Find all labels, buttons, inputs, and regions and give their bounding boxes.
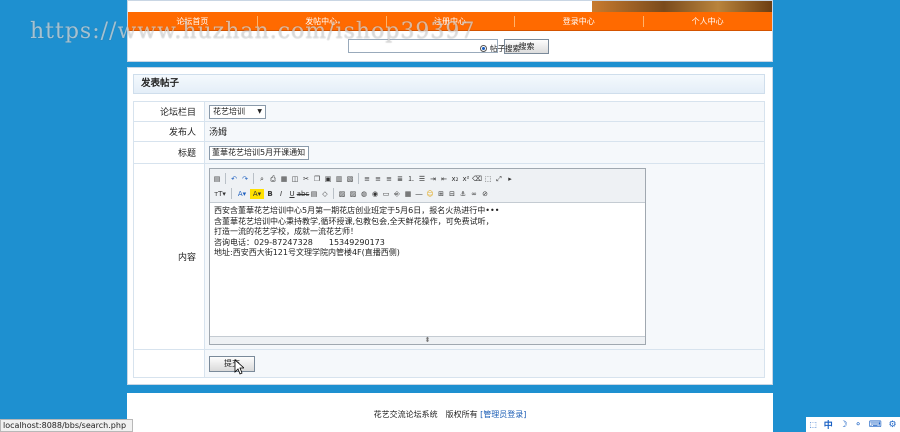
align-left-icon[interactable]: ≡ — [362, 174, 372, 184]
search-type-label: 帖子搜索 — [490, 44, 520, 53]
search-input[interactable] — [348, 39, 498, 53]
template-icon[interactable]: ▦ — [279, 174, 289, 184]
undo-icon[interactable]: ↶ — [229, 174, 239, 184]
unlink-icon[interactable]: ⊘ — [480, 189, 490, 199]
content-line: 打造一流的花艺学校，成就一流花艺师！ — [214, 227, 358, 236]
paste-text-icon[interactable]: ▥ — [334, 174, 344, 184]
hr-icon[interactable]: ― — [414, 189, 424, 199]
highlight-icon[interactable]: A▾ — [250, 188, 264, 199]
image-icon[interactable]: ▨ — [337, 189, 347, 199]
ime-toolbar: ⬚ 中 ☽ ⚬ ⌨ ⚙ — [806, 417, 900, 432]
attachment-icon[interactable]: ⎆ — [392, 189, 402, 199]
cut-icon[interactable]: ✂ — [301, 174, 311, 184]
keyboard-icon[interactable]: ⌨ — [869, 420, 882, 430]
table-icon[interactable]: ▦ — [403, 189, 413, 199]
search-type-option[interactable]: 帖子搜索 — [480, 43, 520, 54]
subscript-icon[interactable]: x₂ — [450, 174, 460, 184]
page-break-icon[interactable]: ⊟ — [447, 189, 457, 199]
chevron-down-icon: ▼ — [257, 108, 262, 115]
search-type-radio[interactable] — [480, 45, 487, 52]
bold-icon[interactable]: B — [265, 189, 275, 199]
unordered-list-icon[interactable]: ☰ — [417, 174, 427, 184]
italic-icon[interactable]: I — [276, 189, 286, 199]
main-nav: 论坛首页 发帖中心 注册中心 登录中心 个人中心 — [128, 12, 772, 31]
title-input[interactable]: 董華花艺培训5月开课通知 — [209, 145, 309, 160]
align-center-icon[interactable]: ≡ — [373, 174, 383, 184]
nav-personal-center[interactable]: 个人中心 — [643, 12, 772, 30]
category-selected-value: 花艺培训 — [213, 107, 245, 116]
title-label: 标题 — [133, 141, 205, 164]
editor-resize-handle[interactable]: ⬍ — [210, 336, 645, 344]
settings-icon[interactable]: ⚙ — [889, 420, 897, 430]
site-header: 论坛首页 发帖中心 注册中心 登录中心 个人中心 搜索 帖子搜索 — [127, 0, 773, 62]
fullscreen-icon[interactable]: ⤢ — [494, 174, 504, 184]
content-line: 咨询电话：029-87247328 15349290173 — [214, 237, 385, 247]
align-right-icon[interactable]: ≡ — [384, 174, 394, 184]
clear-format-icon[interactable]: ⌫ — [472, 174, 482, 184]
footer-text-row: 花艺交流论坛系统 版权所有 [管理员登录] — [127, 409, 773, 420]
emoticon-icon[interactable]: ☺ — [425, 189, 435, 199]
rich-text-editor[interactable]: ▤ ↶ ↷ ⌕ ⎙ ▦ ◫ ✂ ❐ ▣ ▥ ▧ ≡ ≡ ≡ ≣ ⒈ ☰ ⇥ ⇤ … — [209, 168, 646, 345]
punctuation-icon[interactable]: ⚬ — [854, 420, 862, 430]
section-title: 发表帖子 — [133, 74, 765, 94]
banner-image — [592, 1, 772, 12]
underline-icon[interactable]: U — [287, 189, 297, 199]
flash-icon[interactable]: ◍ — [359, 189, 369, 199]
link-icon[interactable]: ∞ — [469, 189, 479, 199]
align-justify-icon[interactable]: ≣ — [395, 174, 405, 184]
content-line: 西安含董華花艺培训中心5月第一期花店创业班定于5月6日，报名火热进行中••• — [214, 206, 500, 215]
ordered-list-icon[interactable]: ⒈ — [406, 174, 416, 184]
map-icon[interactable]: ⊞ — [436, 189, 446, 199]
post-form-panel: 发表帖子 论坛栏目 花艺培训 ▼ 发布人 汤姆 标题 董華花艺培训5月开课通知 … — [127, 67, 773, 385]
admin-login-link[interactable]: [管理员登录] — [480, 410, 526, 419]
content-line: 含董華花艺培训中心秉持教学,循环授课,包教包会,全天鲜花操作，可免费试听， — [214, 216, 494, 226]
paste-word-icon[interactable]: ▧ — [345, 174, 355, 184]
source-icon[interactable]: ▤ — [212, 174, 222, 184]
submit-button[interactable]: 提交 — [209, 355, 255, 372]
category-cell: 花艺培训 ▼ — [204, 101, 765, 122]
preview-icon[interactable]: ⌕ — [257, 174, 267, 184]
print-icon[interactable]: ⎙ — [268, 174, 278, 184]
content-label: 内容 — [133, 163, 205, 350]
author-label: 发布人 — [133, 121, 205, 142]
multi-image-icon[interactable]: ▨ — [348, 189, 358, 199]
anchor-icon[interactable]: ⚓ — [458, 189, 468, 199]
eraser-icon[interactable]: ◇ — [320, 189, 330, 199]
redo-icon[interactable]: ↷ — [240, 174, 250, 184]
author-value: 汤姆 — [204, 121, 765, 142]
status-bar-url: localhost:8088/bbs/search.php — [0, 419, 134, 432]
footer-copyright: 花艺交流论坛系统 版权所有 — [373, 410, 478, 419]
code-icon[interactable]: ◫ — [290, 174, 300, 184]
font-color-icon[interactable]: A▾ — [235, 189, 249, 199]
editor-content[interactable]: 西安含董華花艺培训中心5月第一期花店创业班定于5月6日，报名火热进行中••• 含… — [210, 203, 645, 262]
nav-login-center[interactable]: 登录中心 — [514, 12, 643, 30]
page-footer: 花艺交流论坛系统 版权所有 [管理员登录] — [127, 393, 773, 432]
ime-mode-icon[interactable]: ⬚ — [809, 420, 817, 429]
media-icon[interactable]: ◉ — [370, 189, 380, 199]
strikethrough-icon[interactable]: abc — [297, 189, 310, 199]
superscript-icon[interactable]: x² — [461, 174, 471, 184]
category-select[interactable]: 花艺培训 ▼ — [209, 104, 266, 119]
nav-home[interactable]: 论坛首页 — [128, 12, 257, 30]
outdent-icon[interactable]: ⇤ — [439, 174, 449, 184]
format-painter-icon[interactable]: ▤ — [309, 189, 319, 199]
post-form-table: 论坛栏目 花艺培训 ▼ 发布人 汤姆 标题 董華花艺培训5月开课通知 内容 ▤ … — [133, 101, 765, 378]
editor-toolbar: ▤ ↶ ↷ ⌕ ⎙ ▦ ◫ ✂ ❐ ▣ ▥ ▧ ≡ ≡ ≡ ≣ ⒈ ☰ ⇥ ⇤ … — [210, 169, 645, 203]
paste-icon[interactable]: ▣ — [323, 174, 333, 184]
moon-icon[interactable]: ☽ — [840, 420, 848, 430]
select-all-icon[interactable]: ⬚ — [483, 174, 493, 184]
nav-register-center[interactable]: 注册中心 — [385, 12, 515, 30]
copy-icon[interactable]: ❐ — [312, 174, 322, 184]
category-label: 论坛栏目 — [133, 101, 205, 122]
font-size-icon[interactable]: тT▾ — [212, 189, 228, 199]
more-icon[interactable]: ▸ — [505, 174, 515, 184]
content-line: 地址:西安西大街121号文理学院内管楼4F(直播西侧) — [214, 248, 400, 257]
submit-row-label — [133, 349, 205, 378]
file-icon[interactable]: ▭ — [381, 189, 391, 199]
nav-post-center[interactable]: 发帖中心 — [256, 12, 386, 30]
indent-icon[interactable]: ⇥ — [428, 174, 438, 184]
ime-chinese-label[interactable]: 中 — [824, 418, 833, 431]
mouse-pointer-icon — [234, 359, 244, 375]
